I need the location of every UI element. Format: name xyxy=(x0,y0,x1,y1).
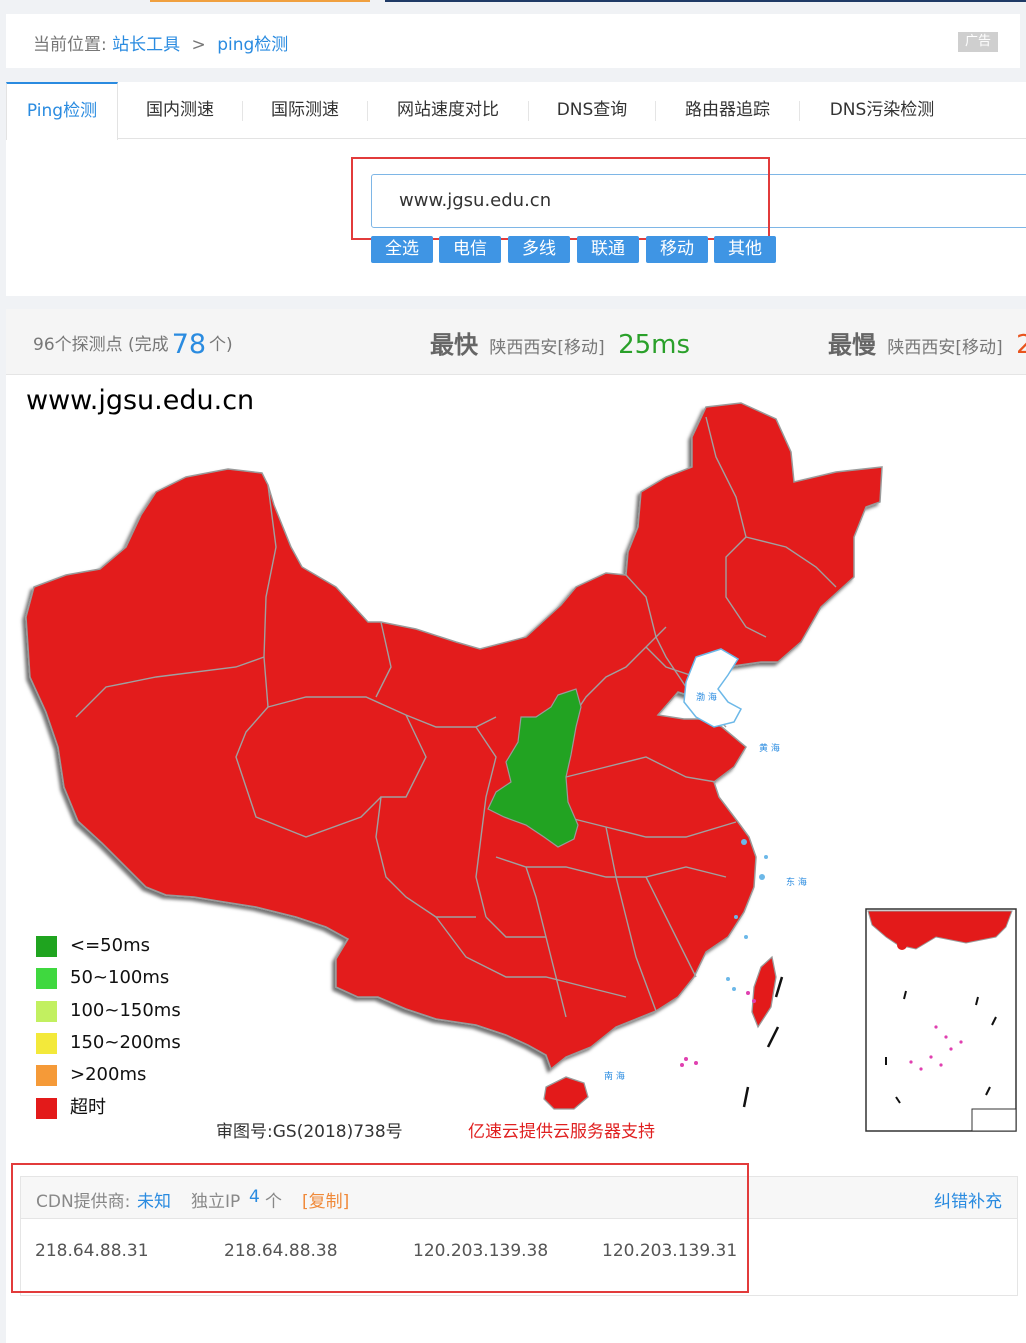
map-hainan xyxy=(543,1076,589,1110)
result-summary: 96个探测点 (完成 78 个) 最快 陕西西安[移动] 25ms 最慢 陕西西安[… xyxy=(6,309,1026,375)
slowest-value: 2 xyxy=(1016,330,1026,360)
done-prefix: (完成 xyxy=(128,335,169,355)
fastest-label: 最快 xyxy=(430,331,478,359)
breadcrumb: 当前位置: 站长工具 > ping检测 xyxy=(33,30,288,55)
report-correction-link[interactable]: 纠错补充 xyxy=(934,1187,1002,1212)
map-taiwan xyxy=(751,955,777,1029)
tab-bar: Ping检测 国内测速 国际测速 网站速度对比 DNS查询 路由器追踪 DNS污… xyxy=(6,82,1026,140)
tab-ping[interactable]: Ping检测 xyxy=(6,82,118,140)
done-suffix: 个) xyxy=(209,335,233,355)
breadcrumb-link-tools[interactable]: 站长工具 xyxy=(112,35,180,55)
legend-swatch xyxy=(36,936,57,957)
svg-text:南 海: 南 海 xyxy=(604,1070,625,1082)
top-stripe-accent xyxy=(150,0,370,2)
filter-unicom-button[interactable]: 联通 xyxy=(577,236,639,263)
legend-swatch xyxy=(36,1098,57,1119)
tab-dns-pollution[interactable]: DNS污染检测 xyxy=(800,82,964,139)
breadcrumb-link-ping[interactable]: ping检测 xyxy=(217,35,288,55)
filter-other-button[interactable]: 其他 xyxy=(714,236,776,263)
tab-traceroute[interactable]: 路由器追踪 xyxy=(656,82,799,139)
ad-badge[interactable]: 广告 xyxy=(958,32,998,52)
fastest-result: 最快 陕西西安[移动] 25ms xyxy=(430,325,690,360)
legend-label: 超时 xyxy=(70,1097,106,1118)
china-ping-map[interactable]: 渤 海 黄 海 东 海 南 海 xyxy=(6,397,1026,1137)
slowest-result: 最慢 陕西西安[移动] 2 xyxy=(828,325,1026,360)
tab-dns-query[interactable]: DNS查询 xyxy=(529,82,655,139)
probe-total: 96个探测点 xyxy=(33,335,123,355)
fastest-location: 陕西西安[移动] xyxy=(489,338,605,358)
legend-label: 100~150ms xyxy=(70,1000,181,1021)
breadcrumb-separator: > xyxy=(191,35,206,55)
breadcrumb-prefix: 当前位置: xyxy=(33,35,107,55)
probe-count: 96个探测点 (完成 78 个) xyxy=(33,329,233,360)
filter-mobile-button[interactable]: 移动 xyxy=(646,236,708,263)
done-count: 78 xyxy=(171,329,207,360)
legend-label: 150~200ms xyxy=(70,1032,181,1053)
top-stripe xyxy=(0,0,1026,3)
slowest-location: 陕西西安[移动] xyxy=(887,338,1003,358)
legend-label: 50~100ms xyxy=(70,967,170,988)
highlight-frame-cdn xyxy=(11,1163,749,1293)
tab-domestic-speed[interactable]: 国内测速 xyxy=(118,82,242,139)
legend-swatch xyxy=(36,1001,57,1022)
filter-multiline-button[interactable]: 多线 xyxy=(508,236,570,263)
legend-swatch xyxy=(36,1065,57,1086)
slowest-label: 最慢 xyxy=(828,331,876,359)
tab-speed-compare[interactable]: 网站速度对比 xyxy=(368,82,528,139)
highlight-frame-input xyxy=(351,157,770,240)
fastest-value: 25ms xyxy=(618,330,691,360)
legend-label: <=50ms xyxy=(70,935,150,956)
map-approval-number: 审图号:GS(2018)738号 xyxy=(216,1122,403,1142)
svg-text:黄 海: 黄 海 xyxy=(759,742,780,754)
svg-text:东 海: 东 海 xyxy=(786,876,807,888)
legend-label: >200ms xyxy=(70,1064,147,1085)
sponsor-link[interactable]: 亿速云提供云服务器支持 xyxy=(468,1117,655,1142)
legend-swatch xyxy=(36,1033,57,1054)
tool-card: Ping检测 国内测速 国际测速 网站速度对比 DNS查询 路由器追踪 DNS污… xyxy=(6,82,1026,296)
filter-all-button[interactable]: 全选 xyxy=(371,236,433,263)
breadcrumb-bar: 当前位置: 站长工具 > ping检测 广告 xyxy=(6,14,1020,68)
map-south-sea-inset xyxy=(865,908,1017,1132)
legend-swatch xyxy=(36,968,57,989)
tab-international-speed[interactable]: 国际测速 xyxy=(243,82,367,139)
svg-text:渤 海: 渤 海 xyxy=(696,691,717,703)
top-stripe-dark xyxy=(385,0,1026,2)
filter-telecom-button[interactable]: 电信 xyxy=(439,236,501,263)
